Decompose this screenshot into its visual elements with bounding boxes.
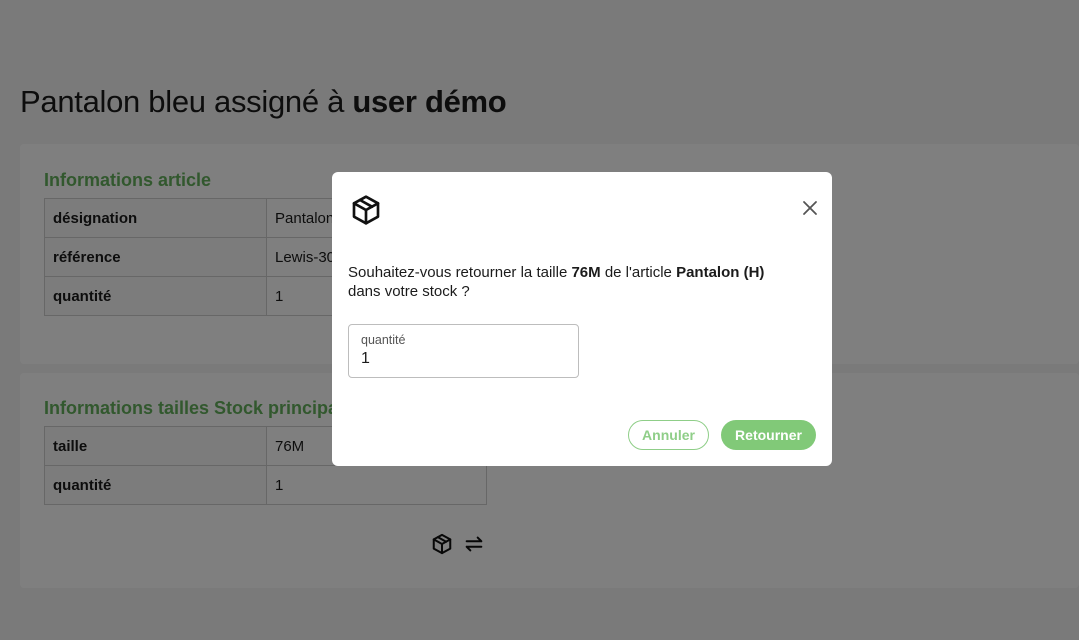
return-button[interactable]: Retourner <box>721 420 816 450</box>
quantity-input[interactable] <box>361 350 561 368</box>
cancel-button[interactable]: Annuler <box>628 420 709 450</box>
box-icon <box>350 194 382 231</box>
message-text: Souhaitez-vous retourner la taille <box>348 264 568 281</box>
return-dialog: Souhaitez-vous retourner la taille 76M d… <box>332 172 832 466</box>
close-icon[interactable] <box>800 198 820 218</box>
quantity-label: quantité <box>361 333 406 347</box>
return-message: Souhaitez-vous retourner la taille 76M d… <box>348 263 808 301</box>
message-size: 76M <box>571 264 601 281</box>
message-article: Pantalon (H) <box>676 264 765 281</box>
message-text: de l'article <box>604 264 672 281</box>
message-text: dans votre stock ? <box>348 283 470 300</box>
quantity-field[interactable]: quantité <box>348 324 579 378</box>
